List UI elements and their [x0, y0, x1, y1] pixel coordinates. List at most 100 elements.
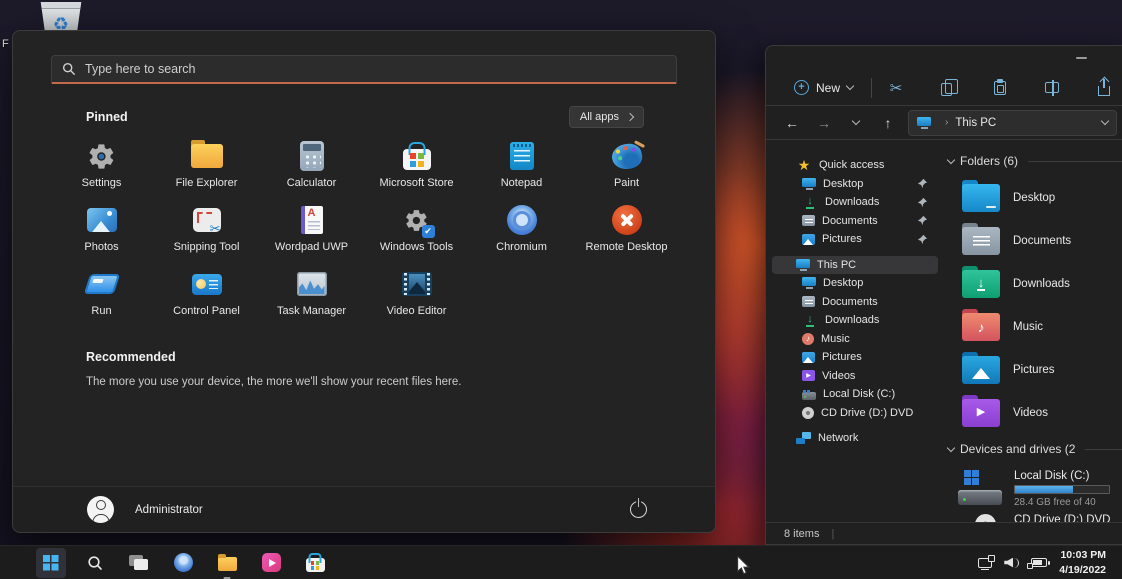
pinned-app-control-panel[interactable]: Control Panel	[154, 266, 259, 330]
pinned-app-snipping-tool[interactable]: Snipping Tool	[154, 202, 259, 266]
sidebar-label: Downloads	[825, 196, 879, 208]
start-menu: Pinned All apps Settings File Explorer C…	[12, 30, 716, 533]
copy-button[interactable]	[938, 78, 958, 98]
folder-item-pictures[interactable]: Pictures	[946, 348, 1122, 391]
pinned-app-run[interactable]: Run	[49, 266, 154, 330]
sidebar-item-local-disk[interactable]: Local Disk (C:)	[772, 385, 938, 404]
history-dropdown-button[interactable]	[844, 111, 868, 135]
pinned-app-windows-tools[interactable]: Windows Tools	[364, 202, 469, 266]
explorer-titlebar[interactable]	[766, 46, 1122, 70]
folder-item-videos[interactable]: ▶ Videos	[946, 391, 1122, 434]
app-label: Snipping Tool	[174, 241, 240, 253]
pinned-app-photos[interactable]: Photos	[49, 202, 154, 266]
start-button[interactable]	[36, 548, 66, 578]
folder-label: Pictures	[1013, 364, 1055, 376]
minimize-button[interactable]	[1076, 57, 1087, 59]
folder-item-desktop[interactable]: Desktop	[946, 176, 1122, 219]
battery-tray-icon[interactable]	[1031, 558, 1047, 567]
sidebar-label: Quick access	[819, 159, 884, 171]
new-button-label: New	[816, 81, 840, 95]
sidebar-label: Music	[821, 333, 850, 345]
sidebar-label: Documents	[822, 296, 878, 308]
taskbar-search-button[interactable]	[80, 548, 110, 578]
sidebar-item-documents[interactable]: Documents	[772, 293, 938, 312]
sidebar-item-music[interactable]: Music	[772, 330, 938, 349]
taskbar-microsoft-store[interactable]	[300, 548, 330, 578]
chevron-down-icon	[852, 117, 860, 125]
address-field[interactable]: › This PC	[908, 110, 1117, 136]
sidebar-item-downloads-qa[interactable]: Downloads	[772, 193, 938, 212]
pinned-app-calculator[interactable]: Calculator	[259, 138, 364, 202]
cd-drive-icon	[802, 407, 814, 419]
sidebar-item-desktop-qa[interactable]: Desktop	[772, 175, 938, 194]
forward-button[interactable]: →	[812, 111, 836, 135]
up-button[interactable]: ↑	[876, 111, 900, 135]
collapse-chevron-icon[interactable]	[947, 156, 955, 164]
pin-icon	[917, 234, 928, 245]
taskbar-chromium[interactable]	[168, 548, 198, 578]
start-search-box[interactable]	[51, 55, 677, 84]
folders-section-header[interactable]: Folders (6)	[946, 154, 1122, 168]
sidebar-item-documents-qa[interactable]: Documents	[772, 212, 938, 231]
new-button[interactable]: + New	[786, 76, 861, 99]
cd-drive-icon	[958, 514, 1006, 522]
pinned-app-settings[interactable]: Settings	[49, 138, 154, 202]
desktop-icon	[802, 277, 816, 289]
chevron-down-icon	[846, 82, 854, 90]
sidebar-item-quick-access[interactable]: ★ Quick access	[772, 156, 938, 175]
sidebar-label: CD Drive (D:) DVD	[821, 407, 913, 419]
pinned-app-task-manager[interactable]: Task Manager	[259, 266, 364, 330]
explorer-address-bar: ← → ↑ › This PC	[766, 106, 1122, 140]
pinned-app-chromium[interactable]: Chromium	[469, 202, 574, 266]
sidebar-label: Pictures	[822, 351, 862, 363]
pinned-app-wordpad[interactable]: Wordpad UWP	[259, 202, 364, 266]
address-dropdown-icon[interactable]	[1101, 117, 1109, 125]
drives-section-header[interactable]: Devices and drives (2	[946, 442, 1122, 456]
sidebar-label: Desktop	[823, 178, 863, 190]
sidebar-item-videos[interactable]: Videos	[772, 367, 938, 386]
sidebar-item-pictures[interactable]: Pictures	[772, 348, 938, 367]
volume-tray-icon[interactable]	[1004, 557, 1019, 569]
collapse-chevron-icon[interactable]	[947, 444, 955, 452]
sidebar-label: Local Disk (C:)	[823, 388, 895, 400]
pinned-app-file-explorer[interactable]: File Explorer	[154, 138, 259, 202]
paste-button[interactable]	[990, 78, 1010, 98]
pinned-app-video-editor[interactable]: Video Editor	[364, 266, 469, 330]
drive-item-local-disk[interactable]: Local Disk (C:) 28.4 GB free of 40	[946, 464, 1122, 512]
user-avatar[interactable]	[87, 496, 114, 523]
desktop-folder-icon	[962, 184, 1000, 212]
task-view-button[interactable]	[124, 548, 154, 578]
cut-button[interactable]: ✂	[886, 78, 906, 98]
taskbar-file-explorer[interactable]	[212, 548, 242, 578]
back-button[interactable]: ←	[780, 111, 804, 135]
sidebar-item-downloads[interactable]: Downloads	[772, 311, 938, 330]
sidebar-item-pictures-qa[interactable]: Pictures	[772, 230, 938, 249]
pinned-app-paint[interactable]: Paint	[574, 138, 679, 202]
breadcrumb-location[interactable]: This PC	[955, 117, 996, 129]
sidebar-item-this-pc[interactable]: This PC	[772, 256, 938, 275]
downloads-folder-icon: ↓	[962, 270, 1000, 298]
sidebar-label: Downloads	[825, 314, 879, 326]
search-input[interactable]	[85, 62, 666, 76]
control-panel-icon	[190, 268, 224, 300]
taskbar-clock[interactable]: 10:03 PM 4/19/2022	[1059, 548, 1106, 576]
pinned-app-remote-desktop[interactable]: Remote Desktop	[574, 202, 679, 266]
power-button[interactable]	[630, 501, 647, 518]
pinned-app-microsoft-store[interactable]: Microsoft Store	[364, 138, 469, 202]
sidebar-item-desktop[interactable]: Desktop	[772, 274, 938, 293]
folder-item-downloads[interactable]: ↓ Downloads	[946, 262, 1122, 305]
sidebar-label: Videos	[822, 370, 855, 382]
all-apps-button[interactable]: All apps	[569, 106, 644, 128]
folder-item-documents[interactable]: Documents	[946, 219, 1122, 262]
rename-button[interactable]	[1042, 78, 1062, 98]
explorer-sidebar: ★ Quick access Desktop Downloads Documen…	[766, 140, 944, 522]
network-tray-icon[interactable]	[978, 558, 992, 568]
folder-item-music[interactable]: ♪ Music	[946, 305, 1122, 348]
share-button[interactable]	[1094, 78, 1114, 98]
sidebar-item-network[interactable]: Network	[772, 429, 938, 448]
taskbar-media-player[interactable]	[256, 548, 286, 578]
sidebar-item-cd-drive[interactable]: CD Drive (D:) DVD	[772, 404, 938, 423]
user-name[interactable]: Administrator	[135, 504, 203, 516]
drive-item-cd[interactable]: CD Drive (D:) DVD 0 bytes free of 5.3	[946, 512, 1122, 522]
pinned-app-notepad[interactable]: Notepad	[469, 138, 574, 202]
